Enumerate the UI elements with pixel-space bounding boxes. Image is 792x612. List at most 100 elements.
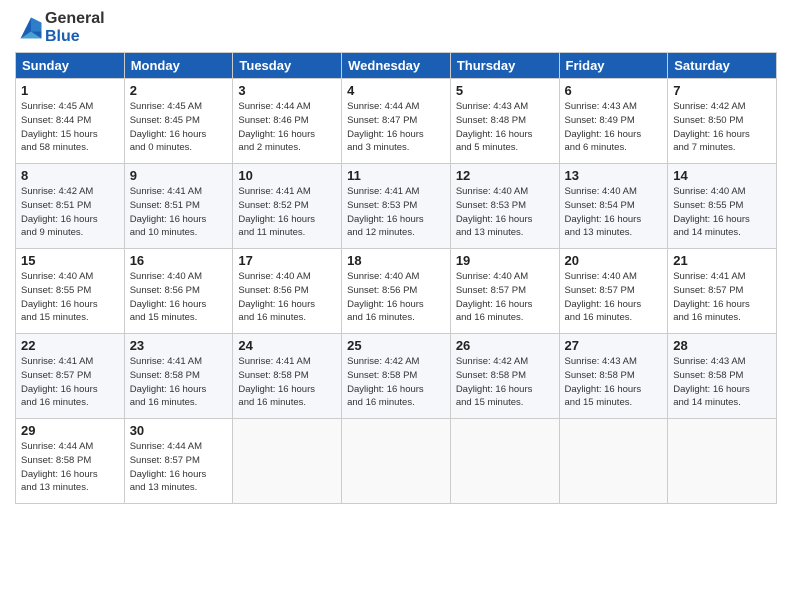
calendar-cell: 5 Sunrise: 4:43 AMSunset: 8:48 PMDaylight… [450,79,559,164]
day-info: Sunrise: 4:42 AMSunset: 8:58 PMDaylight:… [456,355,554,410]
day-info: Sunrise: 4:43 AMSunset: 8:48 PMDaylight:… [456,100,554,155]
day-number: 16 [130,253,228,268]
day-number: 22 [21,338,119,353]
day-number: 9 [130,168,228,183]
day-info: Sunrise: 4:44 AMSunset: 8:46 PMDaylight:… [238,100,336,155]
day-info: Sunrise: 4:40 AMSunset: 8:54 PMDaylight:… [565,185,663,240]
day-number: 8 [21,168,119,183]
day-number: 28 [673,338,771,353]
day-number: 19 [456,253,554,268]
day-number: 26 [456,338,554,353]
day-number: 4 [347,83,445,98]
calendar-cell [233,419,342,504]
calendar-cell: 29 Sunrise: 4:44 AMSunset: 8:58 PMDayligh… [16,419,125,504]
day-info: Sunrise: 4:45 AMSunset: 8:45 PMDaylight:… [130,100,228,155]
day-number: 6 [565,83,663,98]
calendar-cell: 8 Sunrise: 4:42 AMSunset: 8:51 PMDaylight… [16,164,125,249]
calendar-cell: 21Sunrise: 4:41 AMSunset: 8:57 PMDayligh… [668,249,777,334]
day-number: 30 [130,423,228,438]
calendar-cell: 13 Sunrise: 4:40 AMSunset: 8:54 PMDayligh… [559,164,668,249]
day-info: Sunrise: 4:43 AMSunset: 8:49 PMDaylight:… [565,100,663,155]
day-info: Sunrise: 4:44 AMSunset: 8:58 PMDaylight:… [21,440,119,495]
calendar-cell: 9 Sunrise: 4:41 AMSunset: 8:51 PMDaylight… [124,164,233,249]
day-number: 17 [238,253,336,268]
day-info: Sunrise: 4:45 AMSunset: 8:44 PMDaylight:… [21,100,119,155]
day-info: Sunrise: 4:40 AMSunset: 8:55 PMDaylight:… [21,270,119,325]
day-number: 21 [673,253,771,268]
day-info: Sunrise: 4:40 AMSunset: 8:53 PMDaylight:… [456,185,554,240]
day-number: 10 [238,168,336,183]
calendar-cell: 26 Sunrise: 4:42 AMSunset: 8:58 PMDayligh… [450,334,559,419]
day-info: Sunrise: 4:40 AMSunset: 8:57 PMDaylight:… [565,270,663,325]
day-info: Sunrise: 4:41 AMSunset: 8:52 PMDaylight:… [238,185,336,240]
day-header-monday: Monday [124,53,233,79]
logo: General Blue [15,10,105,46]
calendar-cell: 11 Sunrise: 4:41 AMSunset: 8:53 PMDayligh… [342,164,451,249]
calendar-cell: 22 Sunrise: 4:41 AMSunset: 8:57 PMDayligh… [16,334,125,419]
calendar-cell: 7 Sunrise: 4:42 AMSunset: 8:50 PMDaylight… [668,79,777,164]
day-number: 1 [21,83,119,98]
calendar-cell: 12 Sunrise: 4:40 AMSunset: 8:53 PMDayligh… [450,164,559,249]
day-number: 3 [238,83,336,98]
logo-blue: Blue [45,28,80,45]
day-header-saturday: Saturday [668,53,777,79]
calendar-cell: 25Sunrise: 4:42 AMSunset: 8:58 PMDayligh… [342,334,451,419]
calendar-cell: 4 Sunrise: 4:44 AMSunset: 8:47 PMDaylight… [342,79,451,164]
calendar-cell: 19 Sunrise: 4:40 AMSunset: 8:57 PMDayligh… [450,249,559,334]
calendar-cell [559,419,668,504]
calendar-cell: 10 Sunrise: 4:41 AMSunset: 8:52 PMDayligh… [233,164,342,249]
calendar-cell: 2 Sunrise: 4:45 AMSunset: 8:45 PMDaylight… [124,79,233,164]
day-header-thursday: Thursday [450,53,559,79]
day-number: 13 [565,168,663,183]
day-info: Sunrise: 4:42 AMSunset: 8:51 PMDaylight:… [21,185,119,240]
day-info: Sunrise: 4:43 AMSunset: 8:58 PMDaylight:… [673,355,771,410]
day-info: Sunrise: 4:44 AMSunset: 8:47 PMDaylight:… [347,100,445,155]
day-info: Sunrise: 4:41 AMSunset: 8:53 PMDaylight:… [347,185,445,240]
day-info: Sunrise: 4:40 AMSunset: 8:55 PMDaylight:… [673,185,771,240]
calendar-cell: 3 Sunrise: 4:44 AMSunset: 8:46 PMDaylight… [233,79,342,164]
day-number: 12 [456,168,554,183]
day-info: Sunrise: 4:42 AMSunset: 8:58 PMDaylight:… [347,355,445,410]
day-info: Sunrise: 4:40 AMSunset: 8:56 PMDaylight:… [238,270,336,325]
day-info: Sunrise: 4:42 AMSunset: 8:50 PMDaylight:… [673,100,771,155]
calendar-cell: 14 Sunrise: 4:40 AMSunset: 8:55 PMDayligh… [668,164,777,249]
calendar-cell: 18 Sunrise: 4:40 AMSunset: 8:56 PMDayligh… [342,249,451,334]
day-number: 27 [565,338,663,353]
calendar-cell: 1 Sunrise: 4:45 AMSunset: 8:44 PMDaylight… [16,79,125,164]
day-number: 5 [456,83,554,98]
calendar-cell [450,419,559,504]
day-number: 14 [673,168,771,183]
calendar-cell: 15 Sunrise: 4:40 AMSunset: 8:55 PMDayligh… [16,249,125,334]
day-header-wednesday: Wednesday [342,53,451,79]
calendar: SundayMondayTuesdayWednesdayThursdayFrid… [15,52,777,504]
day-number: 23 [130,338,228,353]
day-info: Sunrise: 4:43 AMSunset: 8:58 PMDaylight:… [565,355,663,410]
day-number: 29 [21,423,119,438]
day-info: Sunrise: 4:40 AMSunset: 8:56 PMDaylight:… [130,270,228,325]
calendar-cell: 17 Sunrise: 4:40 AMSunset: 8:56 PMDayligh… [233,249,342,334]
day-info: Sunrise: 4:41 AMSunset: 8:58 PMDaylight:… [238,355,336,410]
calendar-cell: 23Sunrise: 4:41 AMSunset: 8:58 PMDayligh… [124,334,233,419]
day-header-sunday: Sunday [16,53,125,79]
day-info: Sunrise: 4:44 AMSunset: 8:57 PMDaylight:… [130,440,228,495]
day-number: 20 [565,253,663,268]
calendar-cell: 20 Sunrise: 4:40 AMSunset: 8:57 PMDayligh… [559,249,668,334]
day-number: 7 [673,83,771,98]
calendar-cell: 24 Sunrise: 4:41 AMSunset: 8:58 PMDayligh… [233,334,342,419]
day-number: 2 [130,83,228,98]
day-number: 11 [347,168,445,183]
calendar-cell [342,419,451,504]
calendar-cell: 27 Sunrise: 4:43 AMSunset: 8:58 PMDayligh… [559,334,668,419]
day-header-friday: Friday [559,53,668,79]
calendar-cell: 30 Sunrise: 4:44 AMSunset: 8:57 PMDayligh… [124,419,233,504]
day-info: Sunrise: 4:40 AMSunset: 8:57 PMDaylight:… [456,270,554,325]
day-number: 24 [238,338,336,353]
day-header-tuesday: Tuesday [233,53,342,79]
calendar-cell: 6 Sunrise: 4:43 AMSunset: 8:49 PMDaylight… [559,79,668,164]
day-number: 15 [21,253,119,268]
day-number: 18 [347,253,445,268]
day-info: Sunrise: 4:41 AMSunset: 8:51 PMDaylight:… [130,185,228,240]
day-info: Sunrise: 4:40 AMSunset: 8:56 PMDaylight:… [347,270,445,325]
calendar-cell: 16 Sunrise: 4:40 AMSunset: 8:56 PMDayligh… [124,249,233,334]
day-info: Sunrise: 4:41 AMSunset: 8:57 PMDaylight:… [21,355,119,410]
